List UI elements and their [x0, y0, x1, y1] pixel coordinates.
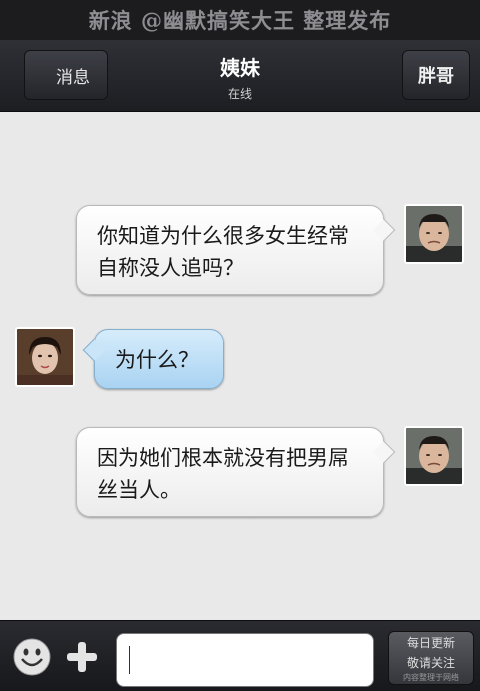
message-text: 你知道为什么很多女生经常自称没人追吗？	[97, 224, 349, 280]
message-input[interactable]	[116, 633, 374, 687]
contact-status: 在线	[227, 87, 252, 101]
conversation-header: 姨妹 在线	[140, 52, 340, 102]
chat-area: 你知道为什么很多女生经常自称没人追吗？ 为什么？ 因为她们根本就没有把男屌丝当人…	[0, 113, 480, 620]
send-button-watermark[interactable]: 每日更新 敬请关注 内容整理于网络	[388, 631, 474, 685]
message-bubble-outgoing[interactable]: 你知道为什么很多女生经常自称没人追吗？	[76, 205, 396, 295]
emoji-icon[interactable]	[12, 637, 52, 677]
plus-icon[interactable]	[64, 639, 100, 675]
message-text: 为什么？	[115, 348, 199, 372]
avatar-self[interactable]	[404, 426, 464, 486]
back-button-label: 消息	[56, 67, 90, 88]
message-bubble-outgoing[interactable]: 因为她们根本就没有把男屌丝当人。	[76, 427, 396, 517]
avatar-contact-image	[17, 329, 73, 385]
text-caret	[129, 646, 130, 674]
profile-button[interactable]: 胖哥	[402, 50, 470, 100]
input-toolbar: 每日更新 敬请关注 内容整理于网络	[0, 620, 480, 691]
bubble-tail	[372, 440, 396, 464]
message-bubble-incoming[interactable]: 为什么？	[82, 329, 224, 389]
back-button[interactable]: 消息	[24, 50, 108, 100]
watermark-banner: 新浪 @幽默搞笑大王 整理发布	[0, 0, 480, 40]
navigation-bar: 消息 姨妹 在线 胖哥	[0, 40, 480, 112]
avatar-self[interactable]	[404, 204, 464, 264]
avatar-self-image	[406, 206, 462, 262]
avatar-self-image	[406, 428, 462, 484]
watermark-line-2: 敬请关注	[406, 656, 455, 670]
avatar-contact[interactable]	[15, 327, 75, 387]
bubble-tail	[372, 218, 396, 242]
contact-name: 姨妹	[220, 56, 260, 80]
message-text: 因为她们根本就没有把男屌丝当人。	[97, 446, 349, 502]
watermark-line-3: 内容整理于网络	[403, 673, 459, 682]
profile-button-label: 胖哥	[418, 66, 454, 87]
watermark-line-1: 每日更新	[406, 636, 455, 650]
bubble-tail	[82, 338, 106, 362]
